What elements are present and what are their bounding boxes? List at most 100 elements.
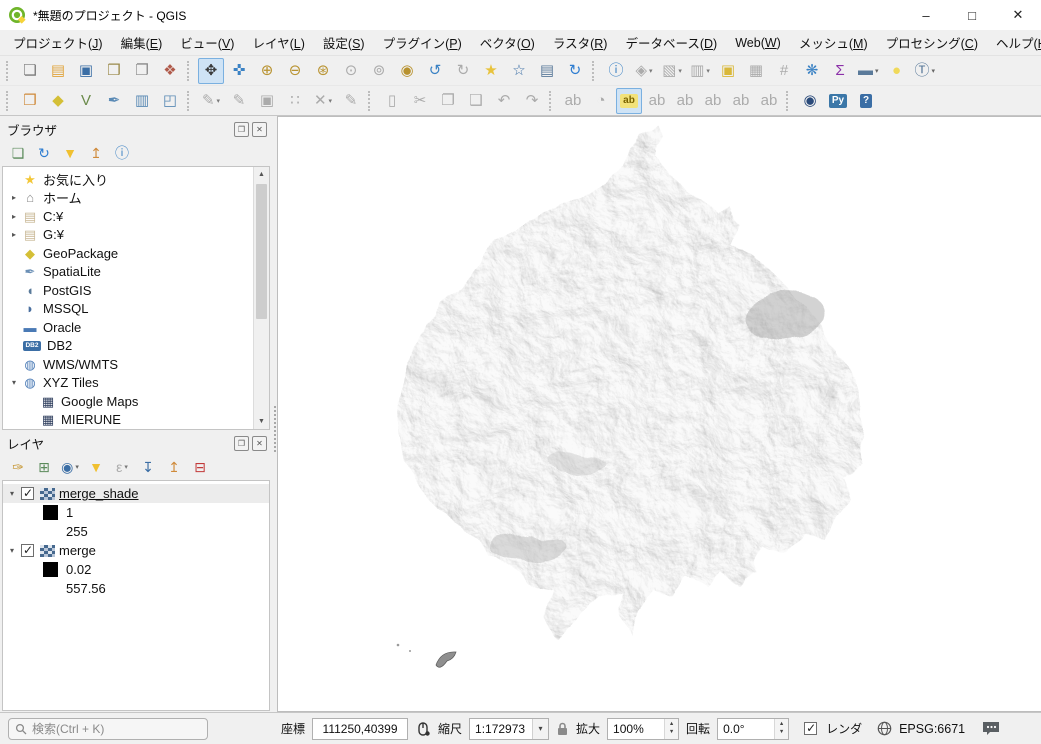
- statistical-summary-button[interactable]: Σ: [827, 58, 853, 84]
- browser-item-home[interactable]: ▸⌂ホーム: [3, 189, 269, 208]
- new-temporary-layer-button[interactable]: ▥: [129, 88, 155, 114]
- extents-toggle-icon[interactable]: [415, 721, 431, 737]
- refresh-button[interactable]: ↻: [562, 58, 588, 84]
- search-input[interactable]: 検索(Ctrl + K): [8, 718, 208, 740]
- browser-item-db2[interactable]: DB2DB2: [3, 337, 269, 356]
- float-panel-icon[interactable]: ❐: [234, 122, 249, 137]
- crs-status[interactable]: EPSG:6671: [899, 722, 965, 736]
- browser-item-mierune[interactable]: ▦MIERUNE: [3, 411, 269, 430]
- render-checkbox[interactable]: [804, 722, 817, 735]
- data-source-manager-button[interactable]: ❒: [17, 88, 43, 114]
- menu-vector[interactable]: ベクタ(O): [471, 30, 544, 55]
- spinner-arrows-icon[interactable]: ▲▼: [774, 719, 788, 739]
- layer-merge-shade[interactable]: ▾merge_shade: [3, 484, 269, 503]
- new-bookmark-button[interactable]: ★: [478, 58, 504, 84]
- menu-project[interactable]: プロジェクト(J): [4, 30, 112, 55]
- zoom-full-button[interactable]: ⊛: [310, 58, 336, 84]
- measure-button[interactable]: ▬▾: [855, 58, 882, 84]
- close-button[interactable]: ✕: [995, 0, 1041, 30]
- browser-item-drive-c[interactable]: ▸▤C:¥: [3, 207, 269, 226]
- menu-layer[interactable]: レイヤ(L): [243, 30, 313, 55]
- refresh-browser-button[interactable]: ↻: [32, 142, 56, 164]
- scale-combobox[interactable]: 1:172973 ▾: [469, 718, 549, 740]
- expand-arrow-icon[interactable]: ▾: [5, 546, 19, 555]
- collapse-all-button[interactable]: ↥: [84, 142, 108, 164]
- close-panel-icon[interactable]: ✕: [252, 122, 267, 137]
- menu-mesh[interactable]: メッシュ(M): [790, 30, 877, 55]
- open-layer-styling-button[interactable]: ✑: [6, 456, 30, 478]
- pan-to-selection-button[interactable]: ✜: [226, 58, 252, 84]
- menu-plugins[interactable]: プラグイン(P): [374, 30, 471, 55]
- new-project-button[interactable]: ❏: [17, 58, 43, 84]
- browser-scrollbar[interactable]: ▲ ▼: [253, 167, 269, 429]
- zoom-last-button[interactable]: ↺: [422, 58, 448, 84]
- minimize-button[interactable]: –: [903, 0, 949, 30]
- menu-edit[interactable]: 編集(E): [112, 30, 172, 55]
- menu-web[interactable]: Web(W): [726, 33, 790, 53]
- python-console-button[interactable]: Py: [825, 88, 851, 114]
- expand-arrow-icon[interactable]: ▸: [7, 193, 21, 202]
- layer-merge[interactable]: ▾merge: [3, 541, 269, 560]
- highlight-pinned-labels-button[interactable]: ab: [616, 88, 642, 114]
- browser-item-google-maps[interactable]: ▦Google Maps: [3, 392, 269, 411]
- remove-layer-button[interactable]: ⊟: [188, 456, 212, 478]
- layer-visibility-checkbox[interactable]: [21, 544, 34, 557]
- browser-item-postgis[interactable]: ◖PostGIS: [3, 281, 269, 300]
- float-panel-icon[interactable]: ❐: [234, 436, 249, 451]
- maximize-button[interactable]: □: [949, 0, 995, 30]
- scrollbar-thumb[interactable]: [256, 184, 267, 319]
- show-bookmarks-button[interactable]: ☆: [506, 58, 532, 84]
- manage-map-themes-button[interactable]: ◉▾: [58, 456, 82, 478]
- close-panel-icon[interactable]: ✕: [252, 436, 267, 451]
- save-project-button[interactable]: ▣: [73, 58, 99, 84]
- expand-arrow-icon[interactable]: ▾: [5, 489, 19, 498]
- expand-arrow-icon[interactable]: ▸: [7, 230, 21, 239]
- browser-item-xyz-tiles[interactable]: ▾◍XYZ Tiles: [3, 374, 269, 393]
- metasearch-button[interactable]: ◉: [797, 88, 823, 114]
- add-group-button[interactable]: ⊞: [32, 456, 56, 478]
- menu-raster[interactable]: ラスタ(R): [544, 30, 617, 55]
- map-tips-button[interactable]: ●: [884, 58, 910, 84]
- deselect-features-button[interactable]: ▣: [715, 58, 741, 84]
- menu-processing[interactable]: プロセシング(C): [877, 30, 987, 55]
- coordinate-input[interactable]: 111250,40399: [312, 718, 408, 740]
- browser-item-spatialite[interactable]: ✒SpatiaLite: [3, 263, 269, 282]
- map-canvas[interactable]: [277, 116, 1041, 712]
- browser-item-geopackage[interactable]: ◆GeoPackage: [3, 244, 269, 263]
- pan-map-button[interactable]: ✥: [198, 58, 224, 84]
- browser-item-favorites[interactable]: ★お気に入り: [3, 170, 269, 189]
- menu-help[interactable]: ヘルプ(H): [987, 30, 1041, 55]
- properties-widget-button[interactable]: ⓘ: [110, 142, 134, 164]
- text-annotation-button[interactable]: Ⓣ▾: [912, 58, 939, 84]
- menu-settings[interactable]: 設定(S): [314, 30, 374, 55]
- browser-item-mssql[interactable]: ◗MSSQL: [3, 300, 269, 319]
- browser-item-drive-g[interactable]: ▸▤G:¥: [3, 226, 269, 245]
- lock-scale-icon[interactable]: [556, 721, 569, 736]
- zoom-out-button[interactable]: ⊖: [282, 58, 308, 84]
- spinner-arrows-icon[interactable]: ▲▼: [664, 719, 678, 739]
- scroll-up-icon[interactable]: ▲: [254, 167, 269, 182]
- browser-item-wms[interactable]: ◍WMS/WMTS: [3, 355, 269, 374]
- messages-icon[interactable]: [982, 721, 1000, 736]
- new-geopackage-layer-button[interactable]: ◆: [45, 88, 71, 114]
- new-shapefile-layer-button[interactable]: V: [73, 88, 99, 114]
- menu-view[interactable]: ビュー(V): [171, 30, 243, 55]
- layer-visibility-checkbox[interactable]: [21, 487, 34, 500]
- filter-browser-button[interactable]: ▼: [58, 142, 82, 164]
- new-virtual-layer-button[interactable]: ◰: [157, 88, 183, 114]
- zoom-native-button[interactable]: ◉: [394, 58, 420, 84]
- identify-features-button[interactable]: ⓘ: [603, 58, 629, 84]
- chevron-down-icon[interactable]: ▾: [532, 719, 548, 739]
- style-manager-button[interactable]: ❖: [157, 58, 183, 84]
- expand-arrow-icon[interactable]: ▸: [7, 212, 21, 221]
- expand-arrow-icon[interactable]: ▾: [7, 378, 21, 387]
- filter-legend-button[interactable]: ▼: [84, 456, 108, 478]
- zoom-in-button[interactable]: ⊕: [254, 58, 280, 84]
- new-spatialite-layer-button[interactable]: ✒: [101, 88, 127, 114]
- bookmark-editor-button[interactable]: ▤: [534, 58, 560, 84]
- collapse-all-layers-button[interactable]: ↥: [162, 456, 186, 478]
- new-print-layout-button[interactable]: ❒: [101, 58, 127, 84]
- layout-manager-button[interactable]: ❐: [129, 58, 155, 84]
- browser-item-oracle[interactable]: ▬Oracle: [3, 318, 269, 337]
- menu-database[interactable]: データベース(D): [616, 30, 726, 55]
